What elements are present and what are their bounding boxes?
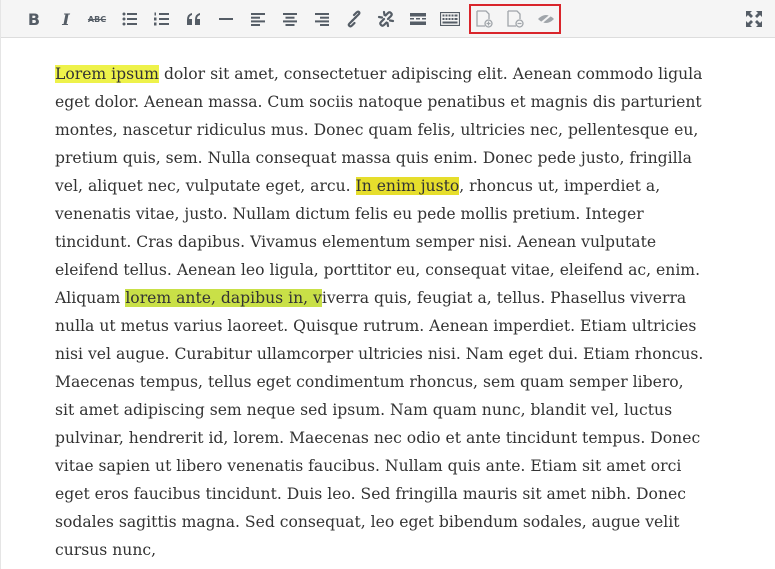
text-segment: eleifend tellus. Aenean leo ligula, port… — [55, 261, 701, 279]
text-line: vel, aliquet nec, vulputate eget, arcu. … — [55, 172, 725, 200]
read-more-button[interactable] — [403, 4, 433, 34]
text-line: sit amet adipiscing sem neque sed ipsum.… — [55, 396, 725, 424]
italic-icon: I — [62, 9, 70, 29]
align-right-button[interactable] — [307, 4, 337, 34]
highlighted-text: In enim justo — [355, 177, 460, 195]
align-left-icon — [251, 12, 265, 26]
text-line: cursus nunc, — [55, 536, 725, 564]
text-segment: nulla ut metus varius laoreet. Quisque r… — [55, 317, 697, 335]
text-line: pulvinar, hendrerit id, lorem. Maecenas … — [55, 424, 725, 452]
editor-content[interactable]: Lorem ipsum dolor sit amet, consectetuer… — [55, 60, 725, 564]
bold-button[interactable]: B — [19, 4, 49, 34]
text-line: montes, nascetur ridiculus mus. Donec qu… — [55, 116, 725, 144]
editor: B I ABC Lorem ipsum dolor sit amet, cons… — [0, 0, 775, 569]
insert-link-button[interactable] — [339, 4, 369, 34]
horizontal-line-button[interactable] — [211, 4, 241, 34]
italic-button[interactable]: I — [51, 4, 81, 34]
link-icon — [347, 10, 361, 28]
text-line: venenatis vitae, justo. Nullam dictum fe… — [55, 200, 725, 228]
text-segment: Aliquam — [55, 289, 126, 307]
text-line: pretium quis, sem. Nulla consequat massa… — [55, 144, 725, 172]
add-note-icon — [476, 10, 493, 28]
read-more-icon — [410, 13, 426, 25]
bulleted-list-icon — [122, 12, 137, 26]
text-line: eget dolor. Aenean massa. Cum sociis nat… — [55, 88, 725, 116]
text-segment: pretium quis, sem. Nulla consequat massa… — [55, 149, 692, 167]
paragraph: Lorem ipsum dolor sit amet, consectetuer… — [55, 60, 725, 564]
align-center-button[interactable] — [275, 4, 305, 34]
blockquote-button[interactable] — [179, 4, 209, 34]
remove-link-button[interactable] — [371, 4, 401, 34]
text-line: vitae sapien ut libero venenatis faucibu… — [55, 452, 725, 480]
text-segment: , rhoncus ut, imperdiet a, — [459, 177, 661, 195]
keyboard-icon — [440, 12, 460, 26]
numbered-list-button[interactable] — [147, 4, 177, 34]
text-line: eleifend tellus. Aenean leo ligula, port… — [55, 256, 725, 284]
unlink-icon — [377, 10, 395, 28]
text-segment: Maecenas tempus, tellus eget condimentum… — [55, 373, 684, 391]
strikethrough-button[interactable]: ABC — [82, 4, 112, 34]
align-left-button[interactable] — [243, 4, 273, 34]
text-line: Maecenas tempus, tellus eget condimentum… — [55, 368, 725, 396]
fullscreen-icon — [746, 11, 762, 27]
text-line: nulla ut metus varius laoreet. Quisque r… — [55, 312, 725, 340]
text-segment: pulvinar, hendrerit id, lorem. Maecenas … — [55, 429, 701, 447]
text-line: sodales sagittis magna. Sed consequat, l… — [55, 508, 725, 536]
strikethrough-icon: ABC — [87, 14, 107, 24]
highlighted-text: lorem ante, dapibus in, v — [125, 289, 322, 307]
numbered-list-icon — [154, 12, 169, 26]
remove-note-button[interactable] — [500, 4, 530, 34]
text-segment: vitae sapien ut libero venenatis faucibu… — [55, 457, 682, 475]
hide-eye-icon — [538, 13, 554, 25]
text-line: eget eros faucibus tincidunt. Duis leo. … — [55, 480, 725, 508]
blockquote-icon — [187, 13, 200, 25]
fullscreen-button[interactable] — [739, 4, 769, 34]
text-line: Aliquam lorem ante, dapibus in, viverra … — [55, 284, 725, 312]
bold-icon: B — [27, 9, 41, 29]
editor-toolbar: B I ABC — [1, 0, 775, 38]
text-segment: vel, aliquet nec, vulputate eget, arcu. — [55, 177, 356, 195]
text-segment: tincidunt. Cras dapibus. Vivamus element… — [55, 233, 657, 251]
bulleted-list-button[interactable] — [115, 4, 145, 34]
horizontal-line-icon — [219, 18, 233, 20]
highlighted-text: Lorem ipsum — [55, 65, 159, 83]
text-segment: venenatis vitae, justo. Nullam dictum fe… — [55, 205, 644, 223]
text-segment: eget dolor. Aenean massa. Cum sociis nat… — [55, 93, 702, 111]
text-segment: eget eros faucibus tincidunt. Duis leo. … — [55, 485, 686, 503]
text-segment: iverra quis, feugiat a, tellus. Phasellu… — [321, 289, 687, 307]
add-note-button[interactable] — [469, 4, 499, 34]
align-right-icon — [315, 12, 329, 26]
toolbar-toggle-button[interactable] — [435, 4, 465, 34]
text-segment: cursus nunc, — [55, 541, 157, 559]
align-center-icon — [283, 12, 297, 26]
text-segment: montes, nascetur ridiculus mus. Donec qu… — [55, 121, 699, 139]
text-segment: sodales sagittis magna. Sed consequat, l… — [55, 513, 680, 531]
toggle-visibility-button[interactable] — [531, 4, 561, 34]
text-segment: dolor sit amet, consectetuer adipiscing … — [158, 65, 703, 83]
text-segment: nisi vel augue. Curabitur ullamcorper ul… — [55, 345, 704, 363]
text-segment: sit amet adipiscing sem neque sed ipsum.… — [55, 401, 673, 419]
text-line: tincidunt. Cras dapibus. Vivamus element… — [55, 228, 725, 256]
text-line: nisi vel augue. Curabitur ullamcorper ul… — [55, 340, 725, 368]
remove-note-icon — [507, 10, 524, 28]
text-line: Lorem ipsum dolor sit amet, consectetuer… — [55, 60, 725, 88]
